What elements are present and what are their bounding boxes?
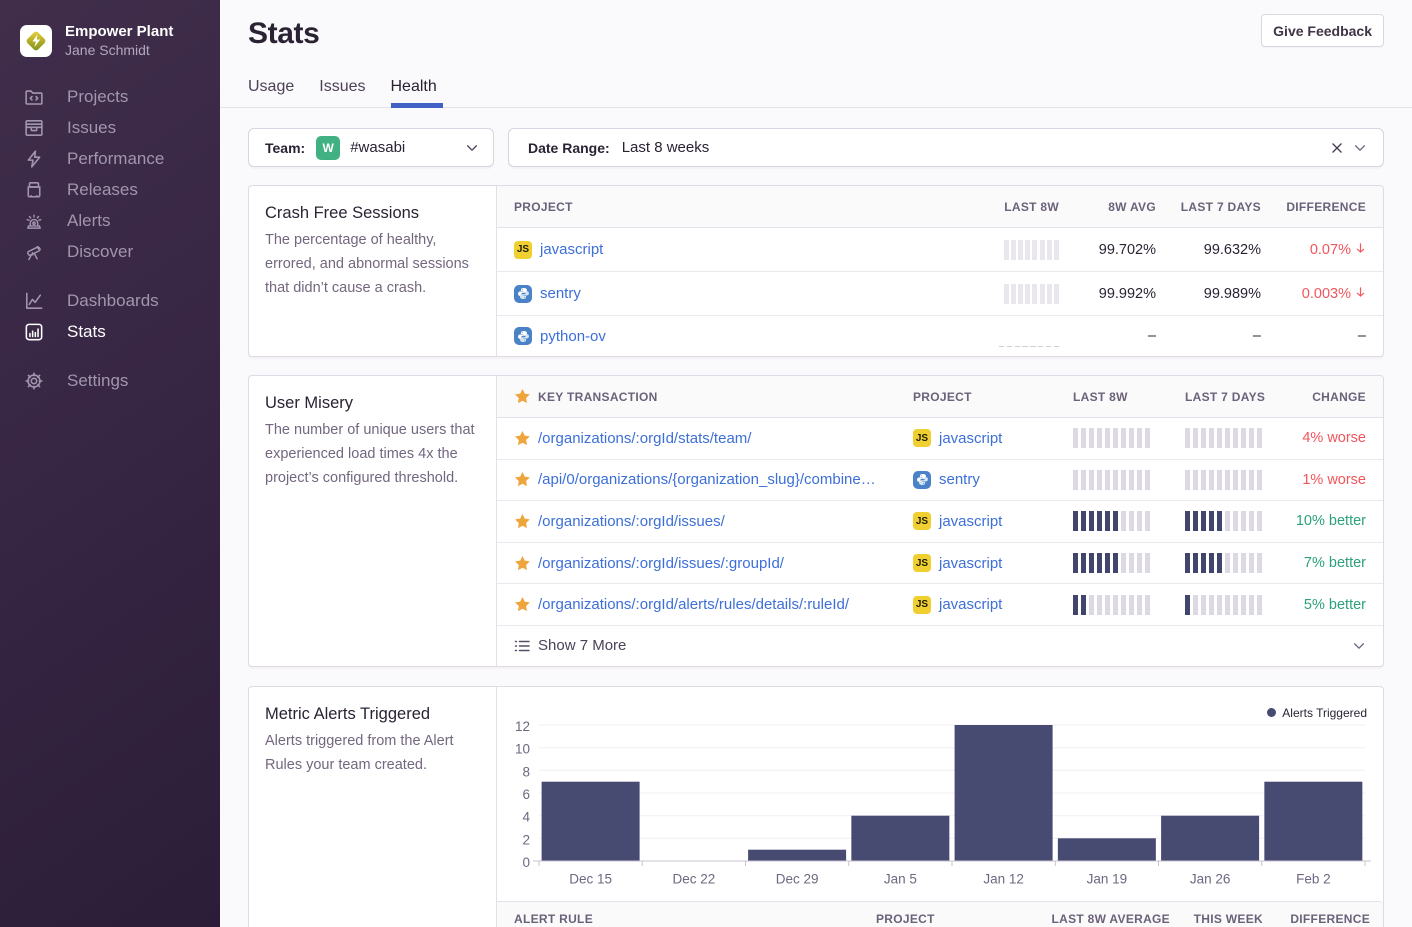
svg-text:4: 4 [522, 810, 530, 825]
svg-text:Jan 12: Jan 12 [983, 871, 1024, 886]
svg-text:Dec 15: Dec 15 [569, 871, 612, 886]
svg-text:12: 12 [515, 719, 530, 734]
svg-text:Jan 5: Jan 5 [884, 871, 917, 886]
svg-text:8: 8 [522, 764, 530, 779]
svg-text:6: 6 [522, 787, 530, 802]
svg-text:10: 10 [515, 742, 530, 757]
svg-text:Jan 26: Jan 26 [1190, 871, 1231, 886]
svg-text:Dec 22: Dec 22 [673, 871, 716, 886]
svg-text:Jan 19: Jan 19 [1087, 871, 1128, 886]
svg-text:Dec 29: Dec 29 [776, 871, 819, 886]
svg-text:2: 2 [522, 832, 530, 847]
svg-text:Feb 2: Feb 2 [1296, 871, 1331, 886]
svg-text:0: 0 [522, 855, 530, 870]
